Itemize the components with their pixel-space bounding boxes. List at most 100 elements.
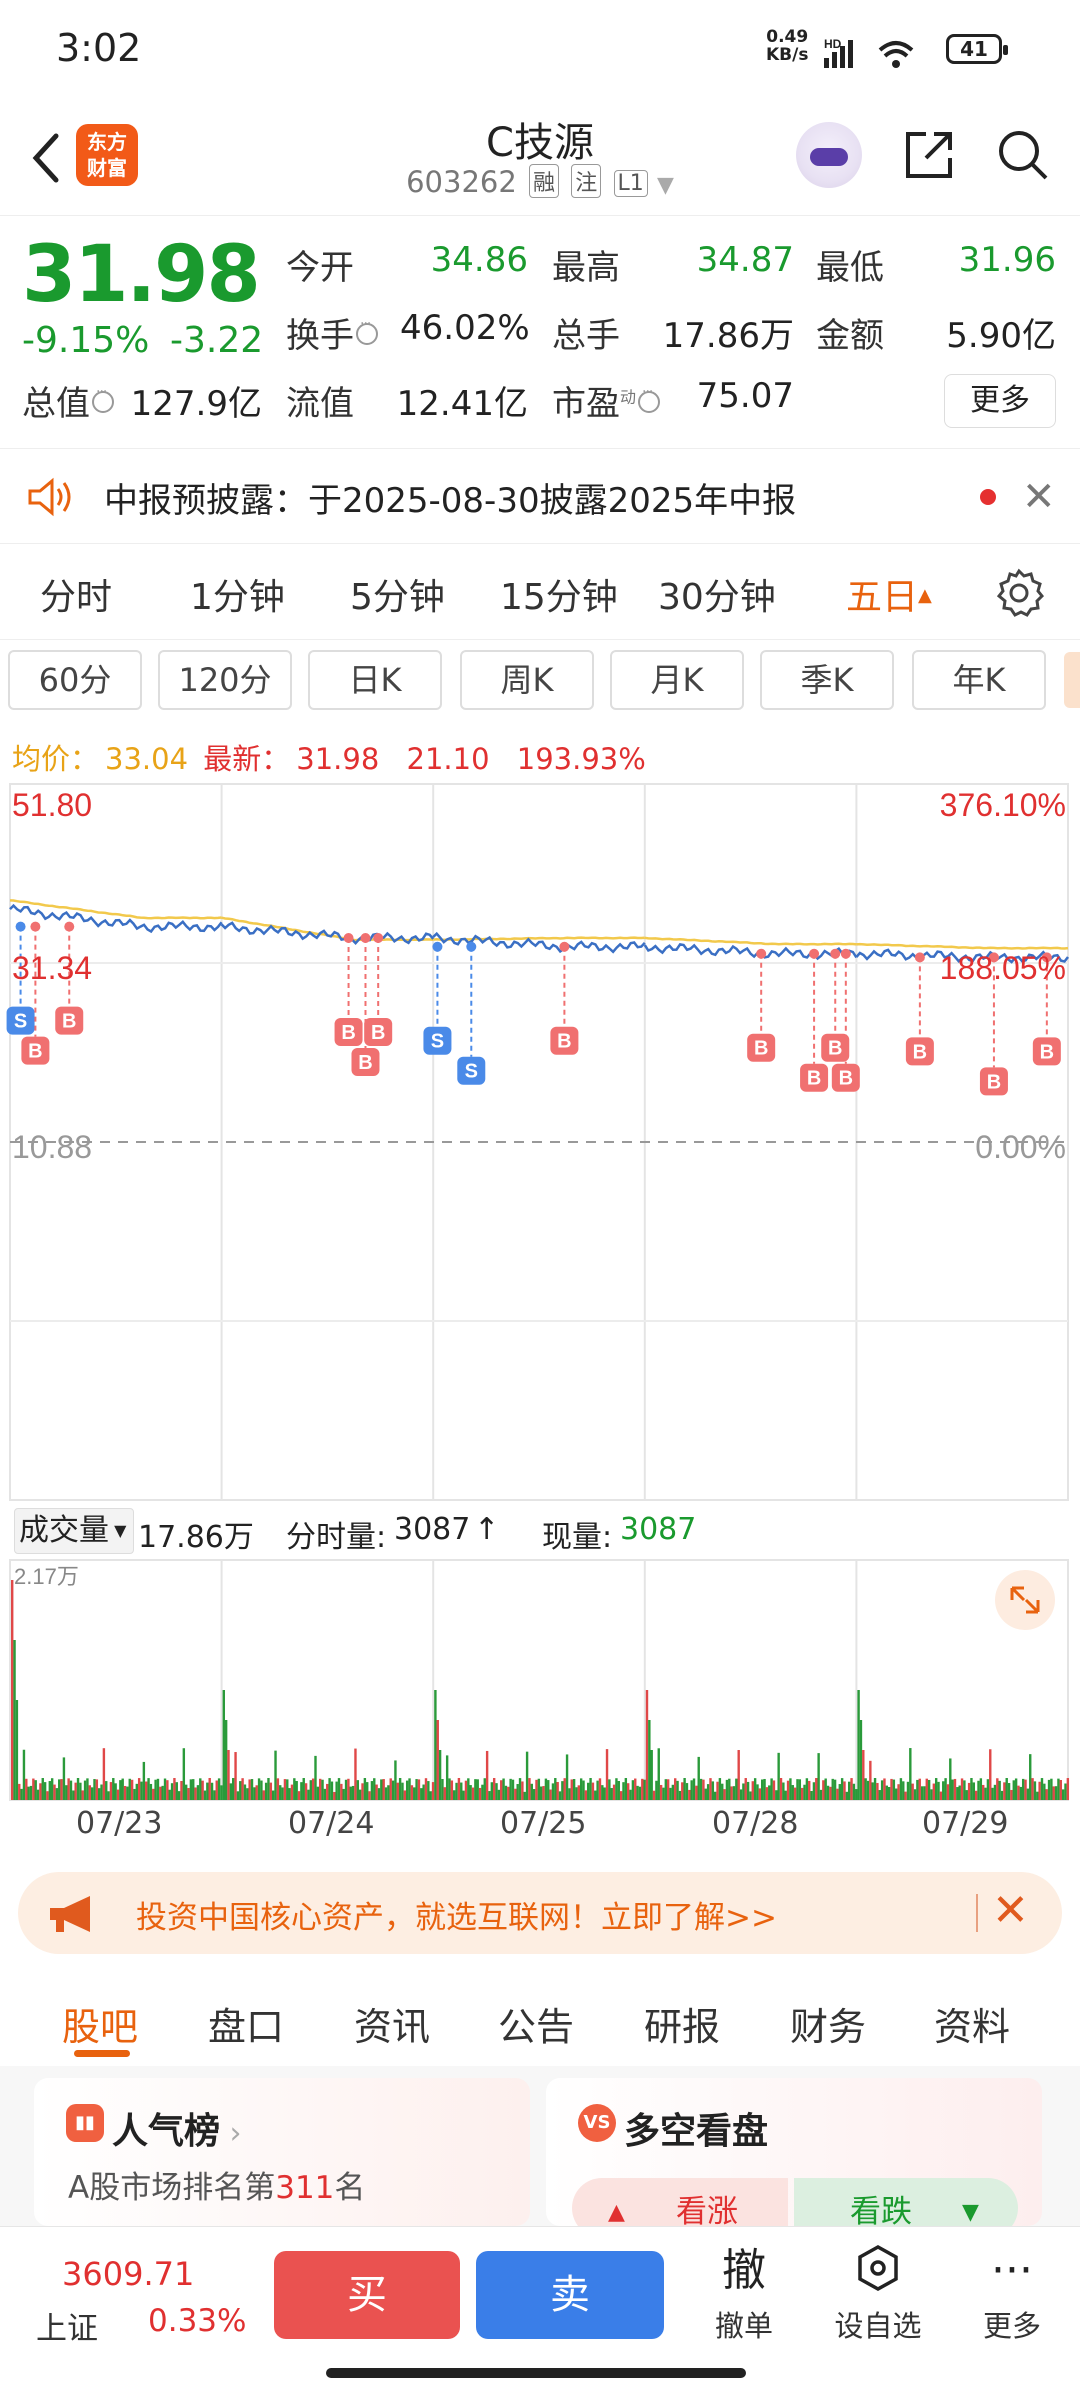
- volume-bar: [100, 1784, 103, 1800]
- promo-banner[interactable]: 投资中国核心资产，就选互联网！立即了解>> ✕: [18, 1872, 1062, 1954]
- volume-bar: [333, 1791, 336, 1800]
- volume-bar: [290, 1784, 294, 1800]
- volume-bar: [434, 1690, 437, 1800]
- volume-bar: [850, 1778, 853, 1800]
- bear-button[interactable]: 看跌 ▼: [794, 2178, 1018, 2226]
- volume-bar: [551, 1783, 555, 1800]
- volume-bar: [610, 1788, 613, 1800]
- y-axis-right-label: 188.05%: [940, 950, 1066, 986]
- volume-bar: [500, 1780, 503, 1800]
- add-watchlist-button[interactable]: 设自选: [818, 2243, 938, 2345]
- bull-button[interactable]: ▲ 看涨: [572, 2178, 788, 2226]
- tab-quarterly-k[interactable]: 季K: [760, 650, 894, 710]
- volume-bar: [690, 1780, 693, 1800]
- tab-30min[interactable]: 30分钟: [658, 568, 776, 620]
- tab-daily-k[interactable]: 日K: [308, 650, 442, 710]
- more-menu-button[interactable]: ··· 更多: [952, 2243, 1072, 2345]
- current-volume-label: 现量:: [542, 1520, 613, 1555]
- expand-icon[interactable]: [995, 1570, 1055, 1630]
- tab-120min[interactable]: 120分: [158, 650, 292, 710]
- tab-profile[interactable]: 资料: [934, 1996, 1010, 2051]
- volume-bar: [765, 1787, 769, 1800]
- notice-bar[interactable]: 中报预披露：于2025-08-30披露2025年中报 ✕: [0, 448, 1080, 544]
- trade-marker-dot: [559, 941, 570, 952]
- tab-intraday[interactable]: 分时: [40, 568, 112, 620]
- volume-bar: [427, 1781, 430, 1800]
- tab-monthly-k[interactable]: 月K: [610, 650, 744, 710]
- popularity-card[interactable]: ▮▮ 人气榜 › A股市场排名第311名: [34, 2078, 530, 2226]
- volume-bar: [408, 1778, 411, 1800]
- volume-bar: [958, 1785, 961, 1800]
- tab-weekly-k[interactable]: 周K: [460, 650, 594, 710]
- sell-button[interactable]: 卖: [476, 2251, 664, 2339]
- quote-panel: 31.98 -9.15% -3.22 今开 34.86 最高 34.87 最低 …: [0, 216, 1080, 448]
- volume-bar: [751, 1781, 754, 1800]
- tab-orderbook[interactable]: 盘口: [208, 1996, 284, 2051]
- volume-bar: [177, 1791, 181, 1800]
- close-icon[interactable]: ✕: [1022, 477, 1056, 517]
- volume-bar: [972, 1782, 976, 1800]
- volume-bar: [713, 1791, 717, 1800]
- volume-bar: [695, 1785, 698, 1800]
- volume-bar: [76, 1778, 80, 1800]
- intraday-chart[interactable]: SBBBBB SSB BBBBBBB 51.8031.3410.88376.10%1…: [0, 780, 1080, 1806]
- volume-bar: [845, 1791, 849, 1800]
- buy-button[interactable]: 买: [274, 2251, 460, 2339]
- tab-announcements[interactable]: 公告: [498, 1996, 574, 2051]
- volume-bar: [234, 1752, 237, 1800]
- sentiment-card[interactable]: VS 多空看盘 ▲ 看涨 看跌 ▼: [546, 2078, 1042, 2226]
- close-icon[interactable]: ✕: [992, 1886, 1029, 1936]
- tab-15min[interactable]: 15分钟: [500, 568, 618, 620]
- date-label: 07/29: [922, 1806, 1009, 1841]
- volume-bar: [612, 1784, 616, 1800]
- tab-5day[interactable]: 五日▲: [846, 568, 932, 620]
- volume-bar: [340, 1783, 343, 1800]
- volume-bar: [763, 1778, 766, 1800]
- search-icon[interactable]: [994, 126, 1052, 184]
- pe-label[interactable]: 市盈动: [552, 376, 661, 425]
- volume-indicator-select[interactable]: 成交量 ▼: [14, 1508, 134, 1554]
- minute-volume-value: 3087: [394, 1512, 471, 1547]
- volume-bar: [361, 1783, 364, 1800]
- volume-bar: [568, 1788, 571, 1800]
- tab-news[interactable]: 资讯: [354, 1996, 430, 2051]
- volume-bar: [441, 1778, 444, 1800]
- battery-icon: 41: [946, 34, 1008, 64]
- float-cap-value: 12.41亿: [396, 384, 528, 424]
- turnover-label[interactable]: 换手: [286, 308, 378, 357]
- volume-bar: [373, 1778, 376, 1800]
- gear-icon[interactable]: [994, 568, 1044, 618]
- cancel-icon: 撤: [722, 2245, 766, 2296]
- volume-bar: [196, 1785, 200, 1800]
- share-icon[interactable]: [900, 126, 958, 184]
- market-cap-label[interactable]: 总值: [22, 376, 114, 425]
- volume-bar: [655, 1780, 658, 1800]
- tab-forum[interactable]: 股吧: [62, 1996, 138, 2051]
- tab-5min[interactable]: 5分钟: [350, 568, 445, 620]
- home-indicator[interactable]: [326, 2368, 746, 2378]
- volume-bar: [528, 1778, 531, 1800]
- volume-bar: [485, 1750, 489, 1800]
- volume-bar: [782, 1782, 785, 1800]
- tab-1min[interactable]: 1分钟: [190, 568, 285, 620]
- triangle-down-icon: ▼: [962, 2200, 979, 2225]
- volume-bar: [137, 1778, 141, 1800]
- volume-bar: [192, 1779, 195, 1800]
- volume-bar: [706, 1784, 710, 1800]
- tab-60min[interactable]: 60分: [8, 650, 142, 710]
- ai-assistant-icon[interactable]: [796, 122, 862, 188]
- volume-bar: [1010, 1789, 1013, 1800]
- volume-bar: [737, 1750, 740, 1800]
- volume-bar: [246, 1788, 249, 1800]
- volume-bar: [239, 1781, 242, 1800]
- volume-bar: [1026, 1788, 1030, 1800]
- volume-bar: [267, 1778, 270, 1800]
- volume-bar: [314, 1755, 317, 1800]
- more-button[interactable]: 更多: [944, 374, 1056, 428]
- tab-yearly-k[interactable]: 年K: [912, 650, 1046, 710]
- volume-bar: [504, 1785, 508, 1800]
- tab-financials[interactable]: 财务: [790, 1996, 866, 2051]
- volume-bar: [956, 1787, 959, 1800]
- tab-research[interactable]: 研报: [644, 1996, 720, 2051]
- cancel-order-button[interactable]: 撤 撤单: [684, 2243, 804, 2345]
